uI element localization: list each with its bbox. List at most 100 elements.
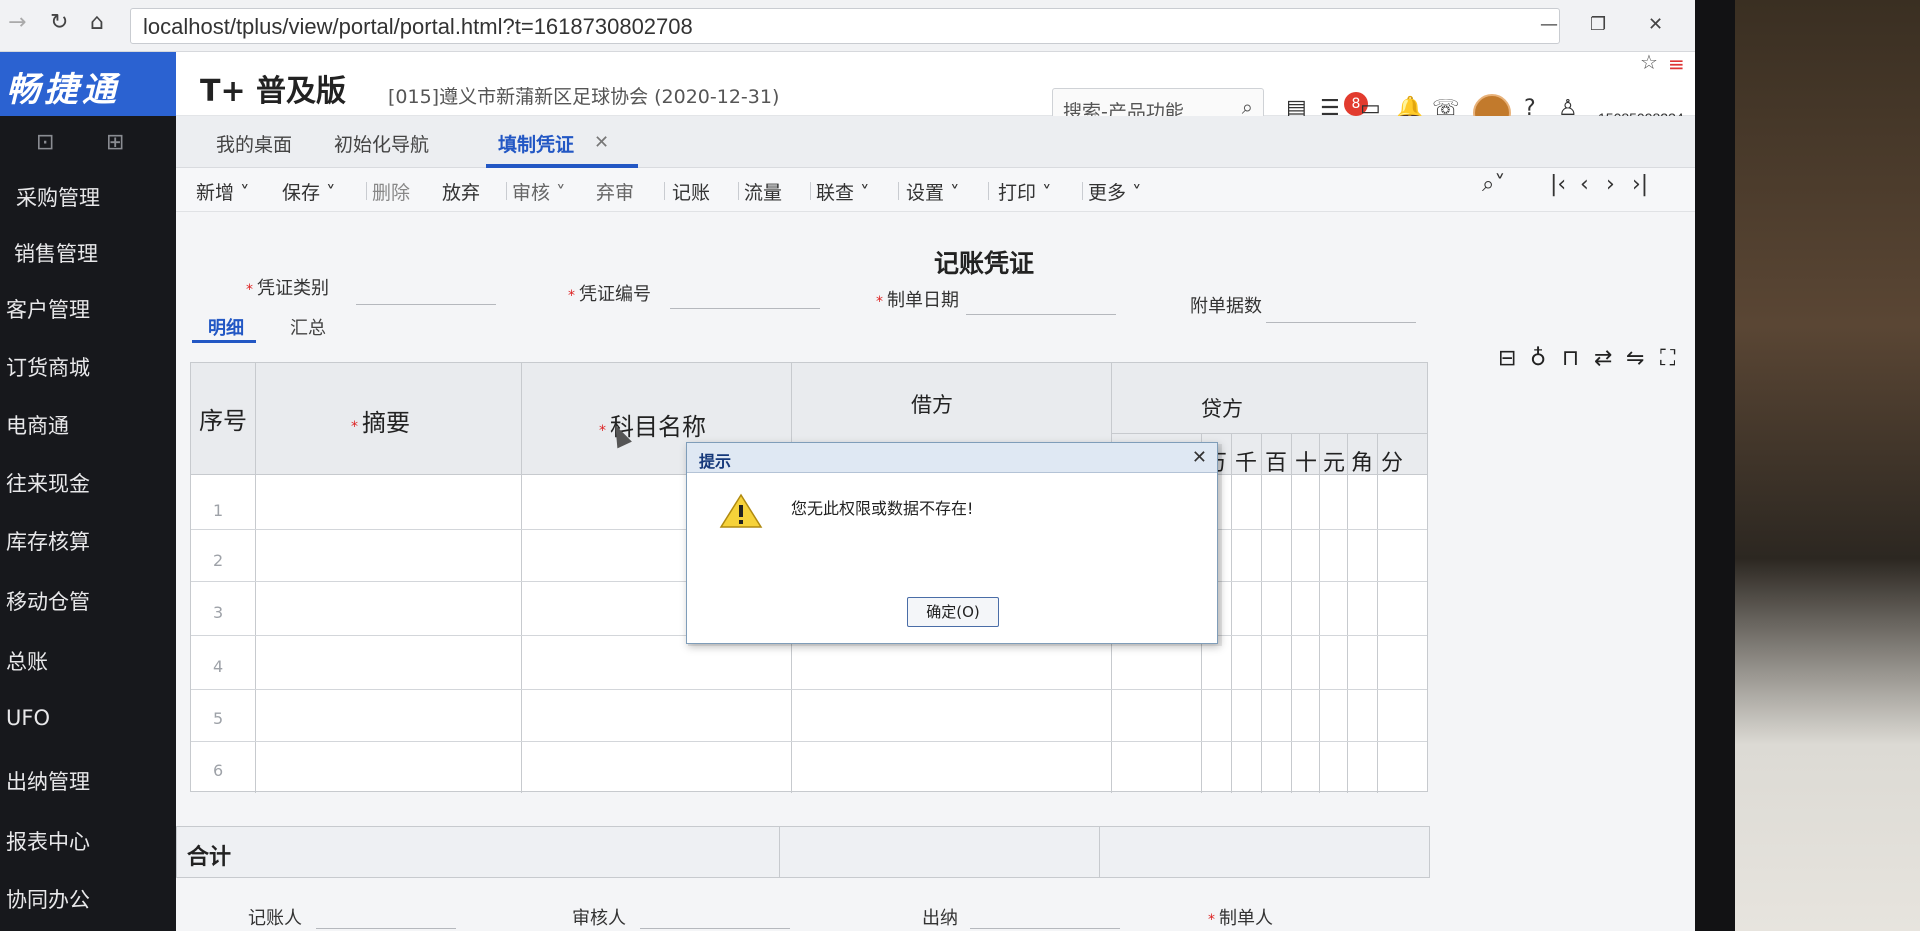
- row-number: 1: [213, 501, 224, 520]
- organization-label: [015]遵义市新蒲新区足球协会 (2020-12-31): [388, 86, 780, 108]
- digit-header: 百: [1265, 451, 1288, 476]
- voucher-type-field[interactable]: [356, 304, 496, 305]
- tab-desktop[interactable]: 我的桌面: [216, 130, 292, 157]
- last-page-icon[interactable]: ›|: [1632, 172, 1648, 197]
- product-name: T+ 普及版: [200, 74, 347, 109]
- attachments-label: 附单据数: [1190, 296, 1262, 317]
- prev-page-icon[interactable]: ‹: [1580, 172, 1589, 197]
- total-row: 合计: [176, 826, 1430, 878]
- post-button[interactable]: 记账: [672, 178, 710, 205]
- required-mark: *: [876, 294, 883, 310]
- tab-fill-voucher[interactable]: 填制凭证: [498, 130, 574, 157]
- ok-button[interactable]: 确定(O): [907, 597, 999, 627]
- voucher-toolbar: 新增 ˅ 保存 ˅ 删除 放弃 审核 ˅ 弃审 记账 流量 联查 ˅ 设置 ˅ …: [176, 168, 1695, 212]
- fullscreen-icon[interactable]: ⛶: [1660, 346, 1675, 371]
- template-icon[interactable]: ⊓: [1562, 346, 1579, 371]
- sidebar-item-cashier[interactable]: 出纳管理: [0, 766, 176, 822]
- column-summary: * 摘要: [351, 403, 410, 438]
- sidebar-item-office[interactable]: 协同办公: [0, 884, 176, 931]
- sidebar-search-icon[interactable]: ⊡: [36, 130, 54, 155]
- close-tab-icon[interactable]: ✕: [594, 132, 609, 153]
- sidebar-item-label: 订货商城: [6, 356, 90, 380]
- tab-detail[interactable]: 明细: [208, 314, 244, 340]
- save-button[interactable]: 保存 ˅: [282, 178, 336, 205]
- toolbar-divider: [506, 182, 507, 200]
- delete-button[interactable]: 删除: [372, 178, 410, 205]
- close-icon[interactable]: ✕: [1192, 447, 1207, 468]
- attachments-field[interactable]: [1266, 322, 1416, 323]
- cashier-field: [970, 928, 1120, 929]
- voucher-date-field[interactable]: [966, 314, 1116, 315]
- balance-icon[interactable]: ♁: [1530, 346, 1546, 371]
- toolbar-divider: [898, 182, 899, 200]
- voucher-type-text: 凭证类别: [257, 278, 329, 299]
- sidebar-item-label: 采购管理: [16, 186, 100, 210]
- poster-label: 记账人: [248, 908, 302, 929]
- required-mark: *: [568, 288, 575, 304]
- dialog-message: 您无此权限或数据不存在!: [791, 499, 974, 518]
- required-mark: *: [1208, 912, 1215, 928]
- settings-button[interactable]: 设置 ˅: [906, 178, 960, 205]
- column-divider: [521, 363, 522, 793]
- sidebar-item-order-mall[interactable]: 订货商城: [0, 352, 176, 408]
- bookmark-star-icon[interactable]: ☆: [1640, 50, 1658, 74]
- audit-button[interactable]: 审核 ˅: [512, 178, 566, 205]
- insert-row-icon[interactable]: ⊟: [1498, 346, 1516, 371]
- auditor-label: 审核人: [572, 908, 626, 929]
- sidebar-item-customers[interactable]: 客户管理: [0, 294, 176, 350]
- query-icon[interactable]: ⌕˅: [1482, 172, 1505, 197]
- sidebar-add-icon[interactable]: ⊞: [106, 130, 124, 155]
- cashflow-button[interactable]: 流量: [744, 178, 782, 205]
- address-bar[interactable]: localhost/tplus/view/portal/portal.html?…: [130, 8, 1560, 44]
- dialog-title: 提示: [699, 452, 732, 471]
- forward-icon[interactable]: →: [8, 10, 26, 35]
- close-window-icon[interactable]: ✕: [1648, 14, 1663, 35]
- sidebar-item-purchase[interactable]: 采购管理: [0, 182, 176, 238]
- first-page-icon[interactable]: |‹: [1550, 172, 1566, 197]
- sidebar-item-label: 出纳管理: [6, 770, 90, 794]
- voucher-number-field[interactable]: [670, 308, 820, 309]
- browser-menu-icon[interactable]: ≡: [1668, 52, 1685, 76]
- sidebar-item-ledger[interactable]: 总账: [0, 646, 176, 702]
- more-label: 更多: [1088, 182, 1127, 204]
- voucher-title: 记账凭证: [934, 249, 1035, 278]
- linked-query-button[interactable]: 联查 ˅: [816, 178, 870, 205]
- discard-button[interactable]: 放弃: [442, 178, 480, 205]
- sidebar-item-ufo[interactable]: UFO: [0, 706, 176, 762]
- tab-init-guide[interactable]: 初始化导航: [334, 130, 429, 157]
- more-button[interactable]: 更多 ˅: [1088, 178, 1142, 205]
- print-label: 打印: [998, 182, 1037, 204]
- digit-header: 元: [1323, 451, 1346, 476]
- digit-divider: [1231, 433, 1232, 793]
- required-mark: *: [599, 423, 606, 439]
- sidebar-item-label: 移动仓管: [6, 590, 90, 614]
- app-header: 畅捷通 T+ 普及版 [015]遵义市新蒲新区足球协会 (2020-12-31)…: [0, 50, 1695, 132]
- sidebar-item-sales[interactable]: 销售管理: [0, 238, 176, 294]
- row-number: 3: [213, 603, 224, 622]
- unaudit-button[interactable]: 弃审: [596, 178, 634, 205]
- print-button[interactable]: 打印 ˅: [998, 178, 1052, 205]
- new-button[interactable]: 新增 ˅: [196, 178, 250, 205]
- sidebar-item-label: 总账: [6, 650, 48, 674]
- sidebar-item-inventory[interactable]: 库存核算: [0, 526, 176, 582]
- brand-text: 畅捷通: [6, 70, 120, 110]
- row-number: 4: [213, 657, 224, 676]
- digit-header: 千: [1235, 451, 1258, 476]
- sidebar-item-cash[interactable]: 往来现金: [0, 468, 176, 524]
- swap-icon[interactable]: ⇄: [1594, 346, 1612, 371]
- reload-icon[interactable]: ↻: [50, 10, 68, 35]
- next-page-icon[interactable]: ›: [1606, 172, 1615, 197]
- sidebar-item-mobile-warehouse[interactable]: 移动仓管: [0, 586, 176, 642]
- new-label: 新增: [196, 182, 235, 204]
- sidebar-item-label: 库存核算: [6, 530, 90, 554]
- toolbar-divider: [366, 182, 367, 200]
- minimize-icon[interactable]: —: [1540, 14, 1558, 35]
- row-number: 2: [213, 551, 224, 570]
- sidebar-item-ecommerce[interactable]: 电商通: [0, 410, 176, 466]
- tab-summary[interactable]: 汇总: [290, 314, 326, 340]
- home-icon[interactable]: ⌂: [90, 10, 104, 35]
- adjust-icon[interactable]: ⇋: [1626, 346, 1644, 371]
- restore-icon[interactable]: ❐: [1590, 14, 1606, 35]
- voucher-number-label: * 凭证编号: [568, 280, 651, 306]
- sidebar-item-reports[interactable]: 报表中心: [0, 826, 176, 882]
